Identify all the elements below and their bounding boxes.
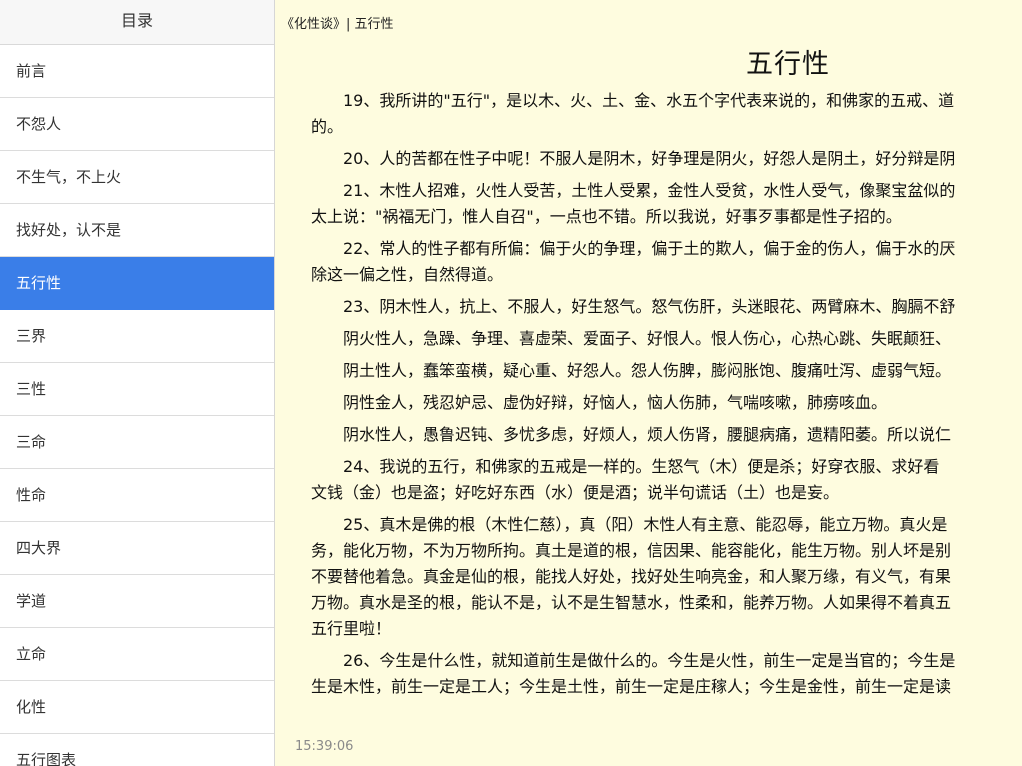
reader-pane[interactable]: 《化性谈》| 五行性 五行性 19、我所讲的"五行"，是以木、火、土、金、水五个… <box>275 0 1022 766</box>
paragraph: 21、木性人招难，火性人受苦，土性人受累，金性人受贫，水性人受气，像聚宝盆似的 … <box>311 181 956 226</box>
toc-item-wu-xing-xing[interactable]: 五行性 <box>0 257 274 310</box>
paragraph: 24、我说的五行，和佛家的五戒是一样的。生怒气（木）便是杀；好穿衣服、求好看 文… <box>311 457 940 502</box>
paragraph: 阴火性人，急躁、争理、喜虚荣、爱面子、好恨人。恨人伤心，心热心跳、失眠颠狂、 <box>343 329 952 348</box>
clock-time: 15:39:06 <box>295 739 354 754</box>
toc-header: 目录 <box>0 0 274 45</box>
paragraph: 阴性金人，残忍妒忌、虚伪好辩，好恼人，恼人伤肺，气喘咳嗽，肺痨咳血。 <box>343 393 888 412</box>
toc-list: 前言 不怨人 不生气，不上火 找好处，认不是 五行性 三界 三性 三命 性命 四… <box>0 45 274 766</box>
paragraph: 阴水性人，愚鲁迟钝、多忧多虑，好烦人，烦人伤肾，腰腿病痛，遗精阳萎。所以说仁 <box>343 425 952 444</box>
paragraph: 阴土性人，蠢笨蛮横，疑心重、好怨人。怨人伤脾，膨闷胀饱、腹痛吐泻、虚弱气短。 <box>343 361 952 380</box>
toc-item-li-ming[interactable]: 立命 <box>0 628 274 681</box>
paragraph: 26、今生是什么性，就知道前生是做什么的。今生是火性，前生一定是当官的；今生是 … <box>311 651 956 696</box>
toc-item-wu-xing-tu-biao[interactable]: 五行图表 <box>0 734 274 766</box>
toc-item-si-da-jie[interactable]: 四大界 <box>0 522 274 575</box>
toc-item-san-jie[interactable]: 三界 <box>0 310 274 363</box>
sidebar-toc: 目录 前言 不怨人 不生气，不上火 找好处，认不是 五行性 三界 三性 三命 性… <box>0 0 275 766</box>
chapter-title: 五行性 <box>746 49 830 80</box>
chapter-content: 19、我所讲的"五行"，是以木、火、土、金、水五个字代表来说的，和佛家的五戒、道… <box>311 88 1022 706</box>
toc-item-xing-ming[interactable]: 性命 <box>0 469 274 522</box>
paragraph: 25、真木是佛的根（木性仁慈），真（阳）木性人有主意、能忍辱，能立万物。真火是 … <box>311 515 952 638</box>
paragraph: 19、我所讲的"五行"，是以木、火、土、金、水五个字代表来说的，和佛家的五戒、道… <box>311 91 955 136</box>
toc-item-bu-sheng-qi[interactable]: 不生气，不上火 <box>0 151 274 204</box>
toc-item-bu-yuan-ren[interactable]: 不怨人 <box>0 98 274 151</box>
toc-item-san-xing[interactable]: 三性 <box>0 363 274 416</box>
toc-item-preface[interactable]: 前言 <box>0 45 274 98</box>
toc-item-zhao-hao-chu[interactable]: 找好处，认不是 <box>0 204 274 257</box>
breadcrumb: 《化性谈》| 五行性 <box>281 17 394 32</box>
paragraph: 22、常人的性子都有所偏：偏于火的争理，偏于土的欺人，偏于金的伤人，偏于水的厌 … <box>311 239 956 284</box>
toc-item-xue-dao[interactable]: 学道 <box>0 575 274 628</box>
paragraph: 20、人的苦都在性子中呢！不服人是阴木，好争理是阴火，好怨人是阴土，好分辩是阴 <box>343 149 956 168</box>
toc-item-hua-xing[interactable]: 化性 <box>0 681 274 734</box>
paragraph: 23、阴木性人，抗上、不服人，好生怒气。怒气伤肝，头迷眼花、两臂麻木、胸膈不舒 <box>343 297 956 316</box>
toc-item-san-ming[interactable]: 三命 <box>0 416 274 469</box>
